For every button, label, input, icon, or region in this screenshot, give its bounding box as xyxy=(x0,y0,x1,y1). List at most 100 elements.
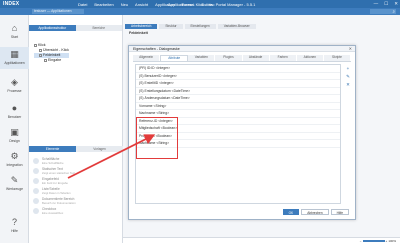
zoom-slider[interactable] xyxy=(362,240,385,242)
component-icon xyxy=(33,208,39,214)
rail-item-prozesse[interactable]: ◈ Prozesse xyxy=(0,75,29,97)
maximize-icon[interactable]: ☐ xyxy=(384,1,388,7)
tree-node-label: Eingabe xyxy=(48,58,62,62)
component-icon xyxy=(33,198,39,204)
attribute-row[interactable]: Vorname <String> xyxy=(136,103,340,110)
tab-bereiche[interactable]: Bereiche xyxy=(75,25,122,31)
menu-neu[interactable]: Neu xyxy=(121,2,128,7)
tab-applikationsstruktur[interactable]: Applikationsstruktur xyxy=(29,25,76,31)
tab-arbeitsbereich[interactable]: Arbeitsbereich xyxy=(125,24,158,29)
tab-farben[interactable]: Farben xyxy=(269,55,297,61)
section-title: Feldeinkeit xyxy=(129,31,148,35)
toolbox-item[interactable]: Dokumentierte Bereich Bereich zur Dokumen… xyxy=(32,197,122,207)
toolbox-item[interactable]: Checkbox Eine Auswahlbox xyxy=(32,207,122,217)
attribute-actions: + ✎ ✕ xyxy=(345,66,353,90)
dialog-tabs: Allgemein Attribute Variablen Plugins Ab… xyxy=(133,55,351,62)
rail-item-start[interactable]: ⌂ Start xyxy=(0,21,29,43)
zoom-control[interactable]: − + 100% xyxy=(360,239,396,243)
tree-node-label: Feldeinkeit xyxy=(43,53,61,57)
help-button[interactable]: Hilfe xyxy=(330,209,349,215)
dialog-title: Eigenschaften - Dialogmaske xyxy=(129,46,355,52)
attribute-row[interactable]: (PR) ID:ID <Integer> xyxy=(136,65,340,73)
rail-item-werkzeuge[interactable]: ✎ Werkzeuge xyxy=(0,173,29,195)
rail-label: Hilfe xyxy=(11,229,18,233)
component-icon xyxy=(33,158,39,164)
tree-node[interactable]: Eingabe xyxy=(34,58,69,63)
ok-button[interactable]: OK xyxy=(282,209,300,215)
tab-attribute[interactable]: Attribute xyxy=(160,55,189,61)
integration-icon: ⚙ xyxy=(10,151,19,161)
structure-tree: Klick Übersicht - Klick Feldeinkeit Eing… xyxy=(34,43,69,63)
component-desc: Eine Auswahlbox xyxy=(42,211,64,215)
rail-item-benutzer[interactable]: ● Benutzer xyxy=(0,101,29,123)
title-bar: INDEX Datei Bearbeiten Neu Ansicht Appli… xyxy=(0,0,400,8)
help-icon: ? xyxy=(11,217,17,227)
tab-allgemein[interactable]: Allgemein xyxy=(133,55,161,61)
delete-icon[interactable]: ✕ xyxy=(345,82,351,88)
close-icon[interactable]: ✕ xyxy=(349,46,352,52)
attribute-row[interactable]: (S) Erstellungsdatum <DateTime> xyxy=(136,88,340,95)
rail-label: Start xyxy=(10,35,19,39)
field-icon xyxy=(44,58,47,62)
tab-einstellungen[interactable]: Einstellungen xyxy=(184,24,216,29)
tab-plugins[interactable]: Plugins xyxy=(215,55,243,61)
page-icon xyxy=(39,53,42,57)
zoom-level: 100% xyxy=(388,239,396,243)
close-window-icon[interactable]: ✕ xyxy=(394,1,398,7)
annotation-arrow xyxy=(67,134,156,179)
rail-label: Prozesse xyxy=(7,89,22,93)
rail-item-design[interactable]: ▣ Design xyxy=(0,125,29,147)
context-selector[interactable]: testuser — Applikationen xyxy=(32,9,84,14)
global-search[interactable]: ⌕ xyxy=(370,9,396,14)
rail-label: Integration xyxy=(6,163,23,167)
status-bar: − + 100% xyxy=(123,237,400,243)
tab-abstaende[interactable]: Abstände xyxy=(242,55,270,61)
rail-item-integration[interactable]: ⚙ Integration xyxy=(0,149,29,171)
component-desc: Zeigt Daten in Tabellen xyxy=(42,191,71,195)
menu-bearbeiten[interactable]: Bearbeiten xyxy=(94,2,113,7)
rail-label: Benutzer xyxy=(7,115,22,119)
dialog-footer: OK Abbrechen Hilfe xyxy=(282,209,349,215)
context-bar: testuser — Applikationen ⌕ xyxy=(0,8,400,15)
tab-variablen-browser[interactable]: Variablen-Browser xyxy=(217,24,256,29)
rail-item-hilfe[interactable]: ? Hilfe xyxy=(0,215,29,237)
rail-item-applikationen[interactable]: ▦ Applikationen xyxy=(0,47,29,69)
minimize-icon[interactable]: — xyxy=(374,1,379,7)
cancel-button[interactable]: Abbrechen xyxy=(301,209,329,215)
component-icon xyxy=(33,178,39,184)
menu-ansicht[interactable]: Ansicht xyxy=(135,2,148,7)
component-desc: Bereich zur Dokumentation xyxy=(42,201,76,205)
user-icon: ● xyxy=(11,103,18,113)
design-icon: ▣ xyxy=(10,127,19,137)
component-icon xyxy=(33,188,39,194)
menu-datei[interactable]: Datei xyxy=(78,2,87,7)
add-icon[interactable]: + xyxy=(345,66,351,72)
search-icon: ⌕ xyxy=(392,8,395,14)
tab-variablen[interactable]: Variablen xyxy=(188,55,216,61)
tab-skripte[interactable]: Skripte xyxy=(323,55,351,61)
window-controls: — ☐ ✕ xyxy=(374,1,398,7)
component-icon xyxy=(33,168,39,174)
home-icon: ⌂ xyxy=(11,23,18,33)
tools-icon: ✎ xyxy=(10,175,19,185)
expand-icon[interactable] xyxy=(34,43,37,47)
process-icon: ◈ xyxy=(11,77,18,87)
page-icon xyxy=(39,48,42,52)
zoom-in-icon[interactable]: + xyxy=(386,239,388,243)
attribute-row[interactable]: (S) Änderungsdatum <DateTime> xyxy=(136,95,340,103)
properties-dialog: Eigenschaften - Dialogmaske ✕ Allgemein … xyxy=(128,45,356,220)
attribute-row[interactable]: (S) BenutzerID <Integer> xyxy=(136,73,340,80)
app-logo: INDEX xyxy=(3,1,20,7)
attribute-row[interactable]: (S) ErstelltID <Integer> xyxy=(136,80,340,88)
rail-label: Design xyxy=(9,139,20,143)
rail-label: Werkzeuge xyxy=(5,187,24,191)
apps-icon: ▦ xyxy=(10,49,19,59)
edit-icon[interactable]: ✎ xyxy=(345,74,351,80)
rail-label: Applikationen xyxy=(4,61,25,65)
tab-aktionen[interactable]: Aktionen xyxy=(296,55,324,61)
zoom-out-icon[interactable]: − xyxy=(360,239,362,243)
tree-node-label: Klick xyxy=(38,43,46,47)
tab-struktur[interactable]: Struktur xyxy=(159,24,183,29)
attribute-list: (PR) ID:ID <Integer> (S) BenutzerID <Int… xyxy=(135,64,341,204)
tree-node-label: Übersicht - Klick xyxy=(43,48,69,52)
